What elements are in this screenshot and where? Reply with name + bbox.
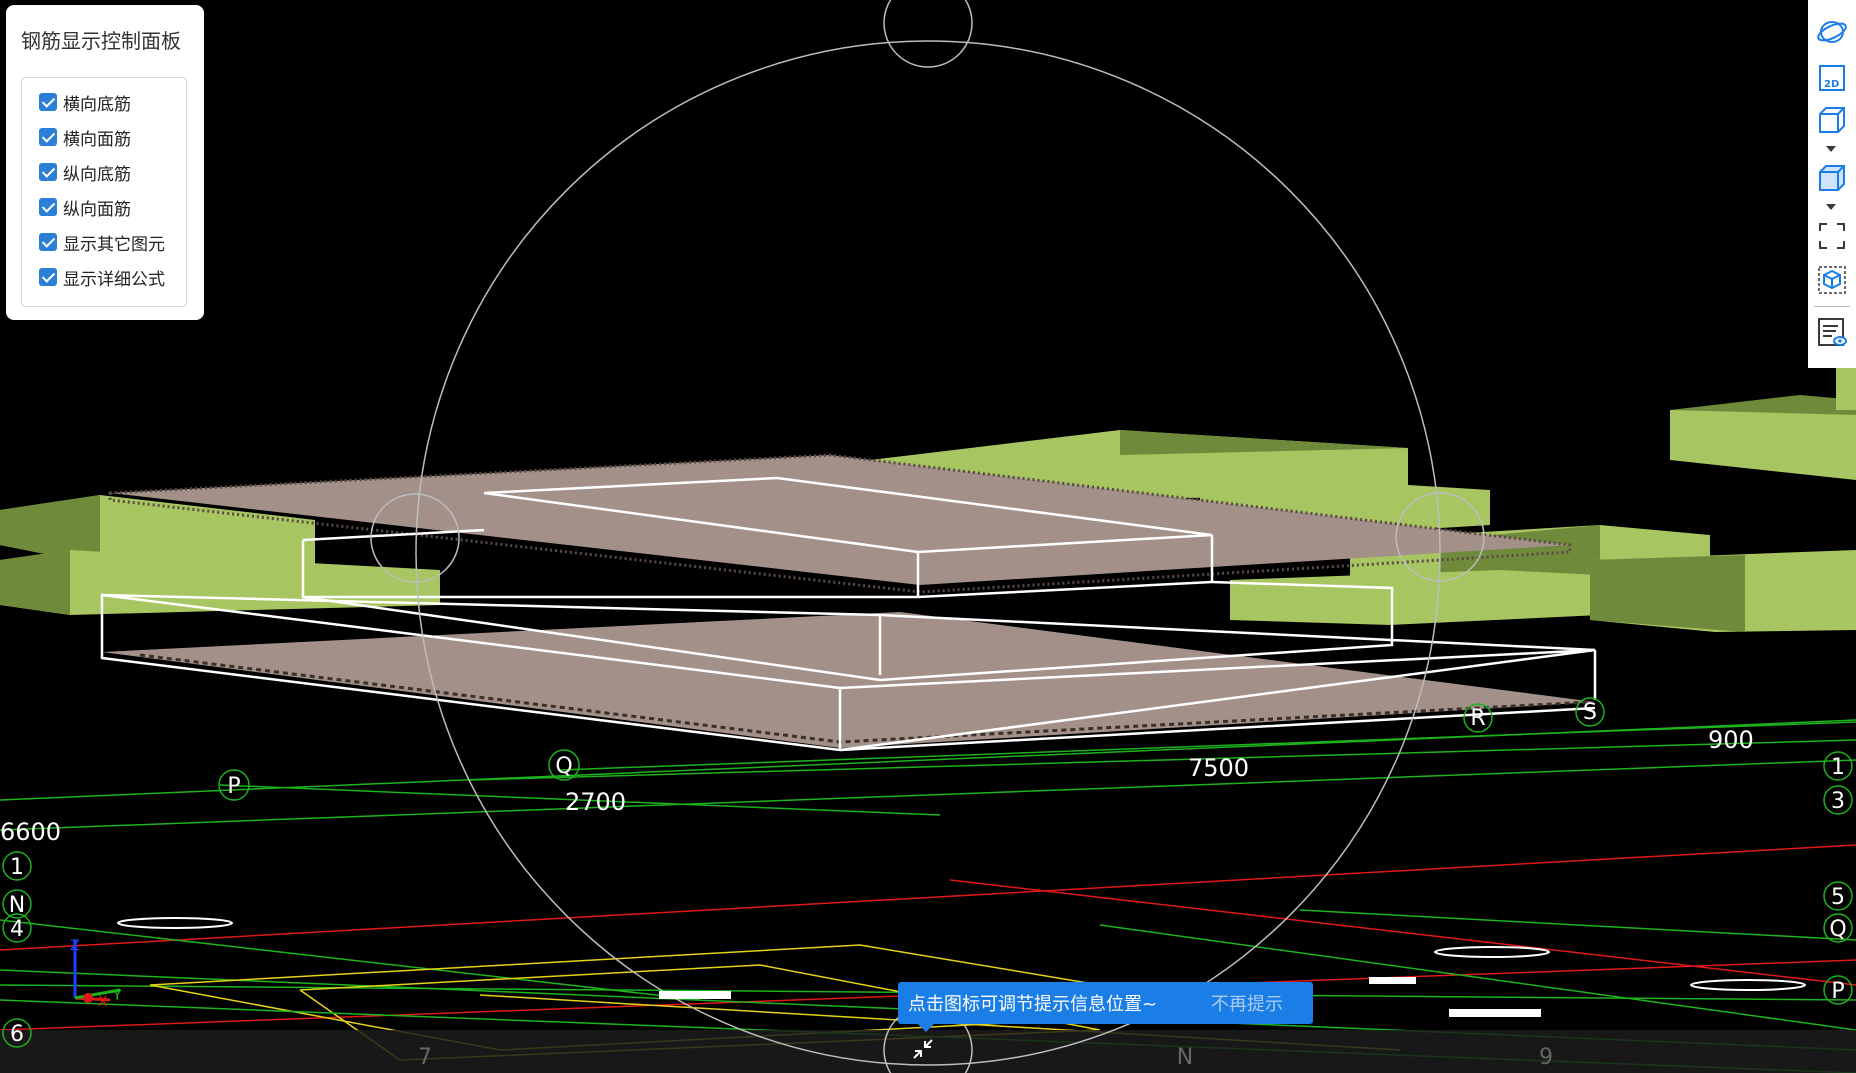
view-3d-solid-icon	[1819, 165, 1845, 191]
solid-dropdown-caret[interactable]	[1826, 204, 1836, 210]
wireframe-dropdown-caret[interactable]	[1826, 146, 1836, 152]
axis-label: 4	[10, 917, 24, 942]
option-longitudinal-top-rebar[interactable]: 纵向面筋	[39, 193, 131, 221]
axis-label: 3	[1831, 789, 1845, 814]
option-transverse-top-rebar[interactable]: 横向面筋	[39, 123, 131, 151]
option-label: 显示详细公式	[63, 269, 165, 290]
option-transverse-bottom-rebar[interactable]: 横向底筋	[39, 88, 131, 116]
grid-bubble-label: P	[227, 774, 240, 799]
view-2d-icon: 2D	[1819, 65, 1845, 91]
rebar-display-panel: 钢筋显示控制面板 横向底筋 横向面筋 纵向底筋 纵向面筋 显示其它图元 显示详细…	[6, 5, 204, 320]
collapse-arrows-icon[interactable]	[910, 1036, 936, 1062]
property-list-icon	[1818, 318, 1847, 346]
view-3d-wireframe-button[interactable]	[1816, 104, 1848, 136]
fit-view-icon	[1819, 223, 1845, 249]
grid-bubble-label: R	[1470, 706, 1485, 731]
axis-label: N	[1177, 1045, 1193, 1070]
checkbox[interactable]	[39, 128, 57, 146]
axis-label: 1	[1831, 755, 1845, 780]
view-3d-wireframe-icon	[1819, 107, 1845, 133]
option-label: 横向底筋	[63, 94, 131, 115]
option-show-detailed-formula[interactable]: 显示详细公式	[39, 263, 165, 291]
axis-x-label: X	[98, 994, 108, 1010]
option-label: 横向面筋	[63, 129, 131, 150]
axis-y-label: Y	[112, 988, 122, 1004]
orbit-icon	[1817, 21, 1847, 43]
grid-bubble-label: S	[1583, 700, 1597, 725]
option-label: 纵向面筋	[63, 199, 131, 220]
option-show-other-elements[interactable]: 显示其它图元	[39, 228, 165, 256]
dimension-label: 900	[1708, 726, 1754, 754]
panel-title: 钢筋显示控制面板	[21, 29, 181, 53]
hint-text: 点击图标可调节提示信息位置~	[908, 994, 1158, 1015]
3d-scene[interactable]: 6600 2700 7500 900 P Q R S 1 N 4 6 1 3 5…	[0, 0, 1856, 1073]
axis-label: Q	[1829, 917, 1846, 942]
orbit-button[interactable]	[1816, 16, 1848, 48]
option-longitudinal-bottom-rebar[interactable]: 纵向底筋	[39, 158, 131, 186]
axis-label: P	[1831, 979, 1844, 1004]
dismiss-hint-link[interactable]: 不再提示	[1211, 990, 1283, 1016]
dimension-label: 7500	[1188, 754, 1249, 782]
3d-viewport[interactable]: 6600 2700 7500 900 P Q R S 1 N 4 6 1 3 5…	[0, 0, 1856, 1073]
isometric-cube-icon	[1818, 266, 1846, 294]
option-label: 显示其它图元	[63, 234, 165, 255]
toolbar-divider	[1814, 306, 1850, 307]
axis-label: 9	[1539, 1045, 1553, 1070]
property-list-button[interactable]	[1816, 316, 1848, 348]
view-2d-button[interactable]: 2D	[1816, 62, 1848, 94]
panel-options-box: 横向底筋 横向面筋 纵向底筋 纵向面筋 显示其它图元 显示详细公式	[21, 77, 187, 307]
view-3d-solid-button[interactable]	[1816, 162, 1848, 194]
fit-view-button[interactable]	[1816, 220, 1848, 252]
axis-label: 6	[10, 1022, 24, 1047]
checkbox[interactable]	[39, 198, 57, 216]
checkbox[interactable]	[39, 163, 57, 181]
view-toolbar: 2D	[1808, 0, 1856, 368]
checkbox[interactable]	[39, 233, 57, 251]
axis-z-label: Z	[70, 938, 80, 954]
checkbox[interactable]	[39, 93, 57, 111]
option-label: 纵向底筋	[63, 164, 131, 185]
isometric-view-button[interactable]	[1816, 264, 1848, 296]
axis-label: 7	[418, 1045, 432, 1070]
hint-arrow	[918, 1024, 934, 1032]
hint-tooltip: 点击图标可调节提示信息位置~ 不再提示	[898, 982, 1313, 1032]
dimension-label: 6600	[0, 818, 61, 846]
right-axis-labels: 1 3 5 Q P	[1823, 751, 1853, 1005]
view-2d-label: 2D	[1824, 79, 1839, 90]
axis-label: 5	[1831, 885, 1845, 910]
dimension-label: 2700	[565, 788, 626, 816]
axis-label: 1	[10, 855, 24, 880]
grid-bubble-label: Q	[555, 754, 572, 779]
checkbox[interactable]	[39, 268, 57, 286]
